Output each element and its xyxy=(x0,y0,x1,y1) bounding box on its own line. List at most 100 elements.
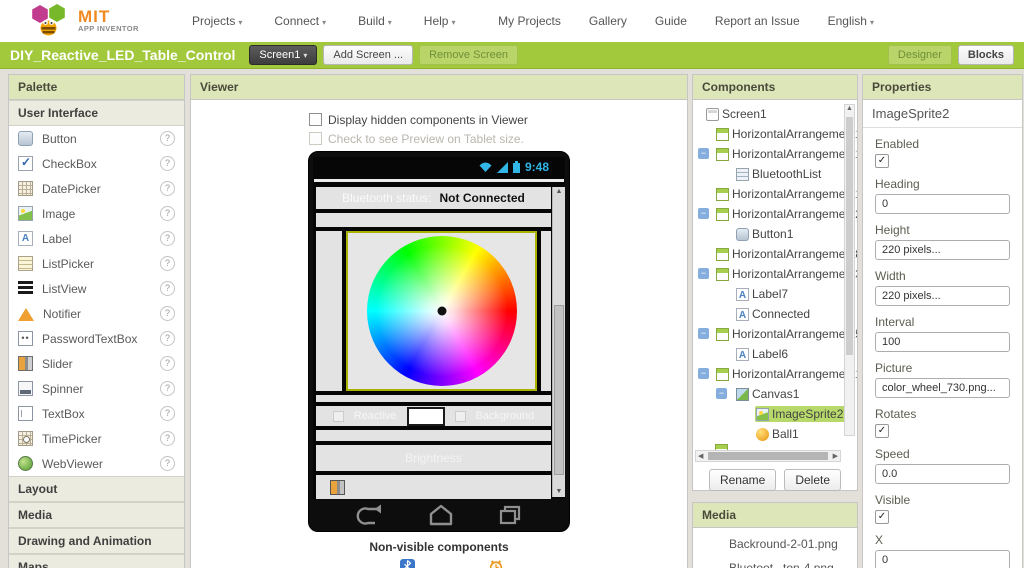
scrollbar-thumb[interactable] xyxy=(708,452,828,460)
tree-row[interactable]: − HorizontalArrangement8 xyxy=(693,244,857,264)
scroll-up-arrow-icon[interactable]: ▲ xyxy=(845,105,854,112)
collapse-icon[interactable]: − xyxy=(698,368,709,379)
tree-row[interactable]: − HorizontalArrangement5 xyxy=(693,324,857,344)
palette-item[interactable]: Spinner ? xyxy=(9,376,184,401)
bluetooth-list-picker[interactable] xyxy=(316,213,551,227)
tree-row[interactable]: − HorizontalArrangement13 xyxy=(693,364,857,384)
spacer-arrangement[interactable] xyxy=(316,430,551,441)
spacer-arrangement[interactable] xyxy=(316,395,551,402)
tree-row[interactable]: − HorizontalArrangement2 xyxy=(693,204,857,224)
tree-row[interactable]: − HorizontalArrangement17 xyxy=(693,184,857,204)
delete-button[interactable]: Delete xyxy=(784,469,841,491)
palette-item[interactable]: Slider ? xyxy=(9,351,184,376)
tablet-preview-checkbox[interactable] xyxy=(309,132,322,145)
link-guide[interactable]: Guide xyxy=(655,14,687,28)
canvas-right-spacer[interactable] xyxy=(541,231,551,391)
nonvisible-bluetooth-client[interactable]: BluetoothClient1 xyxy=(364,559,452,568)
recents-button-icon[interactable] xyxy=(497,504,523,526)
tree-row[interactable]: − HorizontalArrangement18 xyxy=(693,124,857,144)
property-input[interactable] xyxy=(875,464,1010,484)
scroll-right-arrow-icon[interactable]: ▶ xyxy=(833,452,838,460)
collapse-icon[interactable]: − xyxy=(698,268,709,279)
property-checkbox[interactable]: ✓ xyxy=(875,154,889,168)
menu-connect[interactable]: Connect▾ xyxy=(274,14,326,28)
scrollbar-thumb[interactable] xyxy=(554,305,564,476)
remove-screen-button[interactable]: Remove Screen xyxy=(419,45,518,65)
nonvisible-clock[interactable]: Clock1 xyxy=(478,559,515,568)
menu-projects[interactable]: Projects▾ xyxy=(192,14,242,28)
help-icon[interactable]: ? xyxy=(160,406,175,421)
components-vertical-scrollbar[interactable]: ▲ xyxy=(844,104,855,436)
background-checkbox[interactable] xyxy=(455,411,466,422)
help-icon[interactable]: ? xyxy=(160,381,175,396)
rename-button[interactable]: Rename xyxy=(709,469,776,491)
link-report-issue[interactable]: Report an Issue xyxy=(715,14,800,28)
add-screen-button[interactable]: Add Screen ... xyxy=(323,45,413,65)
tree-row[interactable]: − Ball1 xyxy=(693,424,857,444)
link-my-projects[interactable]: My Projects xyxy=(498,14,561,28)
tree-row[interactable]: − ImageSprite2 xyxy=(693,404,857,424)
property-input[interactable] xyxy=(875,378,1010,398)
palette-item[interactable]: Button ? xyxy=(9,126,184,151)
palette-item[interactable]: ListPicker ? xyxy=(9,251,184,276)
palette-item[interactable]: DatePicker ? xyxy=(9,176,184,201)
help-icon[interactable]: ? xyxy=(160,156,175,171)
menu-build[interactable]: Build▾ xyxy=(358,14,392,28)
palette-item[interactable]: WebViewer ? xyxy=(9,451,184,476)
slider-icon[interactable] xyxy=(330,480,345,495)
palette-item[interactable]: PasswordTextBox ? xyxy=(9,326,184,351)
collapse-icon[interactable]: − xyxy=(698,148,709,159)
brightness-slider-bar[interactable] xyxy=(316,475,551,499)
home-button-icon[interactable] xyxy=(429,504,453,526)
help-icon[interactable]: ? xyxy=(160,331,175,346)
property-input[interactable] xyxy=(875,194,1010,214)
tree-row[interactable]: − Screen1 xyxy=(693,104,857,124)
palette-section[interactable]: Layout xyxy=(9,476,184,502)
collapse-icon[interactable]: − xyxy=(698,328,709,339)
property-input[interactable] xyxy=(875,286,1010,306)
palette-item[interactable]: Image ? xyxy=(9,201,184,226)
palette-item[interactable]: ListView ? xyxy=(9,276,184,301)
help-icon[interactable]: ? xyxy=(160,206,175,221)
designer-toggle-button[interactable]: Designer xyxy=(888,45,952,65)
scroll-left-arrow-icon[interactable]: ◀ xyxy=(698,452,703,460)
tree-row[interactable]: − HorizontalArrangement1 xyxy=(693,144,857,164)
reactive-checkbox[interactable] xyxy=(333,411,344,422)
ball-sprite[interactable] xyxy=(437,307,446,316)
help-icon[interactable]: ? xyxy=(160,431,175,446)
palette-section[interactable]: Maps xyxy=(9,554,184,568)
components-horizontal-scrollbar[interactable]: ◀ ▶ xyxy=(695,450,841,462)
property-input[interactable] xyxy=(875,240,1010,260)
scroll-up-arrow-icon[interactable]: ▲ xyxy=(553,187,565,197)
property-input[interactable] xyxy=(875,550,1010,568)
help-icon[interactable]: ? xyxy=(160,256,175,271)
property-checkbox[interactable]: ✓ xyxy=(875,510,889,524)
help-icon[interactable]: ? xyxy=(160,181,175,196)
palette-item[interactable]: Notifier ? xyxy=(9,301,184,326)
palette-item[interactable]: Label ? xyxy=(9,226,184,251)
tree-row[interactable]: − Label7 xyxy=(693,284,857,304)
tree-row[interactable]: − BluetoothList xyxy=(693,164,857,184)
help-icon[interactable]: ? xyxy=(160,356,175,371)
phone-scrollbar[interactable]: ▲ ▼ xyxy=(552,187,565,497)
help-icon[interactable]: ? xyxy=(160,131,175,146)
tree-row[interactable]: − Button1 xyxy=(693,224,857,244)
bluetooth-status-arrangement[interactable]: Bluetooth status: Not Connected xyxy=(316,187,551,209)
tree-row[interactable]: − HorizontalArrangement3 xyxy=(693,264,857,284)
palette-section-user-interface[interactable]: User Interface xyxy=(9,100,184,126)
back-button-icon[interactable] xyxy=(355,504,385,526)
media-file[interactable]: Bluetoot...ton-4.png xyxy=(693,556,857,568)
help-icon[interactable]: ? xyxy=(160,306,175,321)
canvas-left-spacer[interactable] xyxy=(316,231,342,391)
help-icon[interactable]: ? xyxy=(160,231,175,246)
tree-row[interactable]: − Canvas1 xyxy=(693,384,857,404)
scroll-down-arrow-icon[interactable]: ▼ xyxy=(553,487,565,497)
menu-help[interactable]: Help▾ xyxy=(424,14,456,28)
palette-section[interactable]: Drawing and Animation xyxy=(9,528,184,554)
collapse-icon[interactable]: − xyxy=(716,388,727,399)
tree-row[interactable]: − Connected xyxy=(693,304,857,324)
mit-app-inventor-logo[interactable]: MIT APP INVENTOR xyxy=(28,4,166,38)
palette-section[interactable]: Media xyxy=(9,502,184,528)
property-input[interactable] xyxy=(875,332,1010,352)
display-hidden-checkbox[interactable] xyxy=(309,113,322,126)
